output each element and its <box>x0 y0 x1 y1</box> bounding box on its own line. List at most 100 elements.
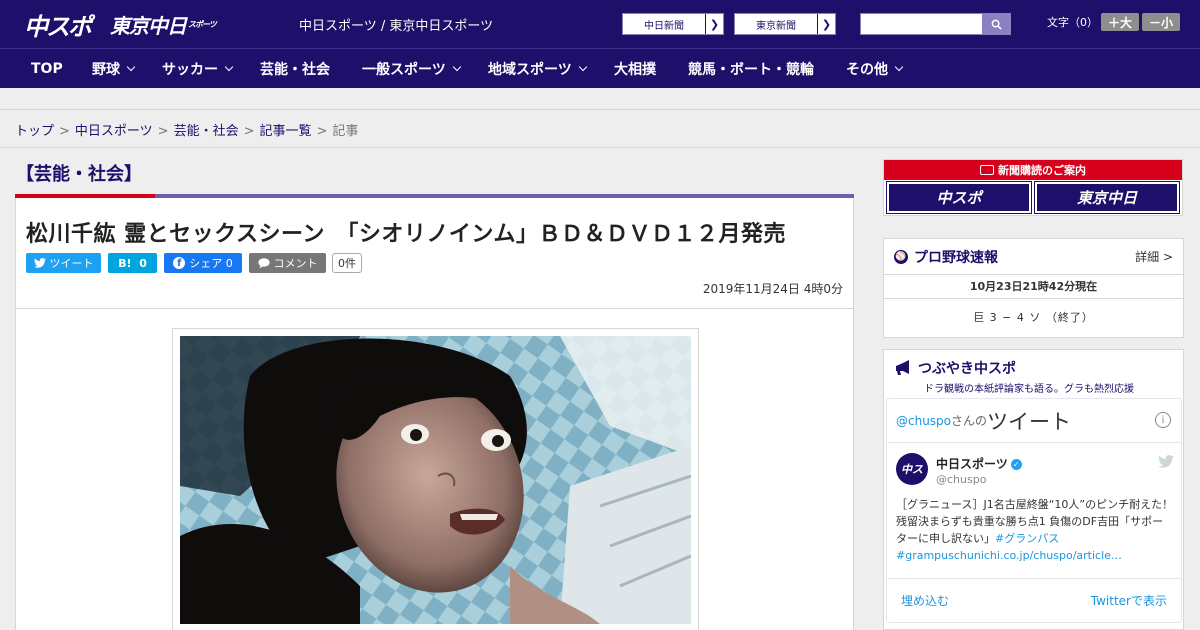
view-on-twitter-link[interactable]: Twitterで表示 <box>1091 592 1167 609</box>
nav-label: 芸能・社会 <box>260 62 330 78</box>
pro-baseball-widget: ⚾ プロ野球速報 詳細 > 10月23日21時42分現在 巨 3 − 4 ソ （… <box>883 238 1184 338</box>
nav-item-top[interactable]: TOP <box>31 49 63 89</box>
tsubuyaki-subtitle: ドラ観戦の本紙評論家も語る。グラも熱烈応援 <box>924 384 1134 395</box>
subscription-title: 新聞購読のご案内 <box>884 160 1182 180</box>
nav-label: サッカー <box>162 62 218 78</box>
facebook-share-button[interactable]: f シェア 0 <box>164 253 242 273</box>
nav-item-entertainment[interactable]: 芸能・社会 <box>260 49 330 89</box>
nav-label: その他 <box>846 62 888 78</box>
breadcrumb-separator: > <box>316 124 328 139</box>
comment-button[interactable]: コメント <box>249 253 326 273</box>
font-decrease-button[interactable]: －小 <box>1142 13 1180 31</box>
site-header: 中スポ 東京中日 スポーツ 中日スポーツ / 東京中日スポーツ 中日新聞 ❯ 東京… <box>0 0 1200 48</box>
chevron-right-icon: ❯ <box>705 14 723 34</box>
article-date: 2019年11月24日 4時0分 <box>702 282 843 296</box>
nav-item-soccer[interactable]: サッカー <box>162 49 234 89</box>
breadcrumb-separator: > <box>243 124 255 139</box>
chunichi-shimbun-label: 中日新聞 <box>644 20 684 32</box>
twitter-timeline-footer: 埋め込む Twitterで表示 <box>887 578 1181 622</box>
nav-item-keiba[interactable]: 競馬・ボート・競輪 <box>688 49 814 89</box>
speech-bubble-icon <box>257 257 270 268</box>
font-size-label: 文字（0） <box>1047 16 1098 29</box>
hatena-bookmark-button[interactable]: B! 0 <box>108 253 157 273</box>
comment-count: 0件 <box>332 253 362 273</box>
article-photo[interactable] <box>180 336 691 624</box>
verified-badge-icon: ✓ <box>1010 459 1022 470</box>
chevron-down-icon <box>126 62 136 72</box>
article-card: 松川千紘 霊とセックスシーン 「シオリノインム」ＢＤ＆ＤＶＤ１２月発売 ツイート… <box>15 198 854 630</box>
tokyo-shimbun-button[interactable]: 東京新聞 ❯ <box>734 13 836 35</box>
breadcrumb-link-chunichi-sports[interactable]: 中日スポーツ <box>75 124 153 139</box>
info-icon[interactable]: i <box>1155 412 1171 428</box>
timeline-handle-link[interactable]: @chuspo <box>896 414 951 428</box>
chevron-right-icon: ❯ <box>817 14 835 34</box>
nav-item-general-sports[interactable]: 一般スポーツ <box>362 49 461 89</box>
chevron-down-icon <box>894 62 904 72</box>
chevron-down-icon <box>578 62 587 72</box>
tsubuyaki-title: つぶやき中スポ <box>918 361 1016 377</box>
ad-strip <box>0 88 1200 110</box>
header-title[interactable]: 中日スポーツ / 東京中日スポーツ <box>299 15 493 34</box>
share-count: 0 <box>225 256 233 270</box>
nav-label: 大相撲 <box>614 62 656 78</box>
tsubuyaki-widget: つぶやき中スポ ドラ観戦の本紙評論家も語る。グラも熱烈応援 @chuspo さんの… <box>883 349 1184 630</box>
hatena-count: 0 <box>139 256 147 270</box>
baseball-score[interactable]: 巨 3 − 4 ソ （終了） <box>884 299 1183 337</box>
subscription-logos: 中スポ 東京中日 <box>886 181 1180 214</box>
nav-item-baseball[interactable]: 野球 <box>92 49 136 89</box>
hatena-bookmark-icon: B! <box>118 256 132 270</box>
breadcrumb-link-article-list[interactable]: 記事一覧 <box>260 124 312 139</box>
nav-item-local-sports[interactable]: 地域スポーツ <box>488 49 587 89</box>
twitter-bird-icon-svg <box>1158 455 1174 468</box>
baseball-detail-link[interactable]: 詳細 > <box>1135 248 1173 265</box>
comment-label: コメント <box>273 257 318 270</box>
breadcrumb-link-entertainment[interactable]: 芸能・社会 <box>174 124 239 139</box>
chunichi-shimbun-button[interactable]: 中日新聞 ❯ <box>622 13 724 35</box>
tweet-button-label: ツイート <box>49 257 94 270</box>
breadcrumb-current: 記事 <box>332 124 359 139</box>
nav-label: TOP <box>31 61 63 77</box>
avatar[interactable]: 中ス <box>896 453 928 485</box>
breadcrumb-separator: > <box>157 124 169 139</box>
nav-label: 競馬・ボート・競輪 <box>688 62 814 78</box>
search-button[interactable] <box>982 14 1010 34</box>
nav-label: 一般スポーツ <box>362 62 446 78</box>
tweet-account-name-text: 中日スポーツ <box>936 457 1008 471</box>
article-divider <box>16 308 853 309</box>
tweet-button[interactable]: ツイート <box>26 253 101 273</box>
tokyo-chunichi-logo[interactable]: 東京中日 スポーツ <box>110 6 217 42</box>
tsubuyaki-header: つぶやき中スポ ドラ観戦の本紙評論家も語る。グラも熱烈応援 <box>884 350 1183 396</box>
article-headline: 松川千紘 霊とセックスシーン 「シオリノインム」ＢＤ＆ＤＶＤ１２月発売 <box>26 222 786 247</box>
twitter-bird-icon[interactable] <box>1158 455 1174 472</box>
subscription-title-text: 新聞購読のご案内 <box>998 164 1086 177</box>
timeline-san: さんの <box>951 414 988 428</box>
chevron-down-icon <box>224 62 234 72</box>
subscription-banner[interactable]: 新聞購読のご案内 中スポ 東京中日 <box>883 159 1183 216</box>
subscription-tokyo-logo[interactable]: 東京中日 <box>1034 181 1180 214</box>
tweet-account-name[interactable]: 中日スポーツ ✓ <box>936 455 1022 472</box>
subscription-chuspo-logo[interactable]: 中スポ <box>886 181 1032 214</box>
search-icon <box>991 19 1002 30</box>
main-nav: TOP 野球 サッカー 芸能・社会 一般スポーツ 地域スポーツ 大相撲 競馬・ボ… <box>0 48 1200 88</box>
baseball-icon: ⚾ <box>894 249 908 264</box>
breadcrumb-separator: > <box>59 124 70 139</box>
nav-item-sumo[interactable]: 大相撲 <box>614 49 656 89</box>
breadcrumb-link-top[interactable]: トップ <box>15 124 54 139</box>
nav-label: 野球 <box>92 62 120 78</box>
font-increase-button[interactable]: ＋大 <box>1101 13 1139 31</box>
timeline-tweet-title: ツイート <box>987 409 1072 434</box>
search-input[interactable] <box>861 14 983 34</box>
tweet-link[interactable]: #grampuschunichi.co.jp/chuspo/article… <box>896 549 1122 562</box>
embed-link[interactable]: 埋め込む <box>901 592 949 609</box>
search-box <box>860 13 1011 35</box>
facebook-icon: f <box>173 257 186 269</box>
chuspo-logo[interactable]: 中スポ <box>24 6 92 42</box>
nav-label: 地域スポーツ <box>488 62 572 78</box>
baseball-widget-header: ⚾ プロ野球速報 詳細 > <box>884 239 1183 275</box>
tokyo-chunichi-logo-sub: スポーツ <box>188 19 217 29</box>
baseball-widget-title: プロ野球速報 <box>914 249 998 266</box>
tweet-hashtag[interactable]: #グランパス <box>995 532 1059 545</box>
nav-item-other[interactable]: その他 <box>846 49 904 89</box>
tweet-account-handle[interactable]: @chuspo <box>936 473 986 486</box>
article-category: 【芸能・社会】 <box>16 164 142 185</box>
